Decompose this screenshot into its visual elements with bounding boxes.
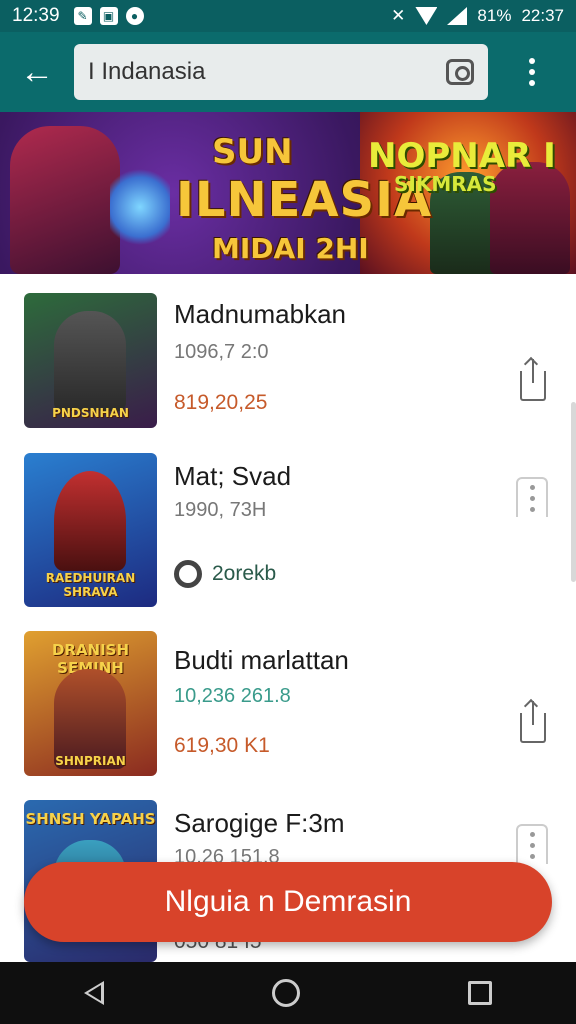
nav-recents-icon[interactable] <box>468 981 492 1005</box>
battery-text: 81% <box>477 6 512 25</box>
game-thumbnail[interactable]: DRANISH SEMINH SHNPRIAN <box>24 631 157 776</box>
kebab-menu-icon[interactable] <box>516 824 548 864</box>
nav-home-icon[interactable] <box>272 979 300 1007</box>
overflow-menu-icon[interactable] <box>488 58 576 86</box>
search-box[interactable] <box>74 44 488 100</box>
banner-title-line1: SUN <box>212 132 293 172</box>
app-bar: ← <box>0 32 576 112</box>
photo-notification-icon: ▣ <box>99 7 118 25</box>
thumbnail-caption: PNDSNHAN <box>52 406 129 420</box>
status-time: 12:39 <box>12 5 60 26</box>
record-notification-icon: ● <box>125 7 144 25</box>
thumbnail-hero <box>54 311 126 411</box>
banner-magic-effect <box>110 162 170 252</box>
banner-right-title: NOPNAR I <box>368 136 556 176</box>
item-meta: 1096,7 2:0 <box>174 341 269 363</box>
banner-hero-left <box>10 126 120 274</box>
item-title: Budti marlattan <box>174 645 349 675</box>
item-price: 819,20,25 <box>174 391 268 414</box>
edit-notification-icon: ✎ <box>73 7 92 25</box>
game-thumbnail[interactable]: PNDSNHAN <box>24 293 157 428</box>
item-meta: 1990, 73H <box>174 499 267 521</box>
banner-right-subtitle: SIKMRAS <box>394 172 497 196</box>
thumbnail-caption: RAEDHUIRAN SHRAVA <box>45 571 136 599</box>
banner-title-line3: MIDAI 2HI <box>212 232 369 265</box>
promo-banner[interactable]: SUN ILNEASIA MIDAI 2HI NOPNAR I SIKMRAS <box>0 112 576 274</box>
status-clock-right: 22:37 <box>521 6 564 25</box>
back-arrow-icon[interactable]: ← <box>0 32 74 112</box>
share-icon[interactable] <box>520 359 546 401</box>
settings-badge-icon <box>174 560 202 588</box>
scrollbar[interactable] <box>571 402 576 582</box>
thumbnail-caption-top: SHNSH YAPAHS <box>25 810 156 828</box>
item-title: Sarogige F:3m <box>174 808 345 838</box>
notification-icons: ✎ ▣ ● <box>73 7 144 25</box>
primary-action-button[interactable]: Nlguia n Demrasin <box>24 862 552 942</box>
thumbnail-caption: SHNPRIAN <box>55 754 126 768</box>
mute-icon: ✕ <box>391 6 406 25</box>
share-icon[interactable] <box>520 701 546 743</box>
list-item[interactable]: DRANISH SEMINH SHNPRIAN Budti marlattan … <box>0 631 576 801</box>
banner-hero-far-right <box>490 162 570 274</box>
list-item[interactable]: RAEDHUIRAN SHRAVA Mat; Svad 1990, 73H 2o… <box>0 453 576 623</box>
item-title: Mat; Svad <box>174 461 292 491</box>
nav-back-icon[interactable] <box>84 981 104 1005</box>
item-meta: 10,236 261.8 <box>174 685 291 707</box>
camera-search-icon[interactable] <box>446 59 474 85</box>
kebab-menu-icon[interactable] <box>516 477 548 517</box>
system-nav-bar <box>0 962 576 1024</box>
item-badge-text: 2orekb <box>212 562 277 585</box>
wifi-icon <box>415 7 438 25</box>
search-input[interactable] <box>88 58 446 86</box>
item-title: Madnumabkan <box>174 299 346 329</box>
item-price: 619,30 K1 <box>174 734 270 757</box>
signal-icon <box>447 7 468 25</box>
status-bar: 12:39 ✎ ▣ ● ✕ 81% 22:37 <box>0 0 576 32</box>
list-item[interactable]: PNDSNHAN Madnumabkan 1096,7 2:0 819,20,2… <box>0 293 576 463</box>
thumbnail-hero <box>54 471 126 571</box>
game-thumbnail[interactable]: RAEDHUIRAN SHRAVA <box>24 453 157 607</box>
status-right: ✕ 81% 22:37 <box>391 6 564 26</box>
